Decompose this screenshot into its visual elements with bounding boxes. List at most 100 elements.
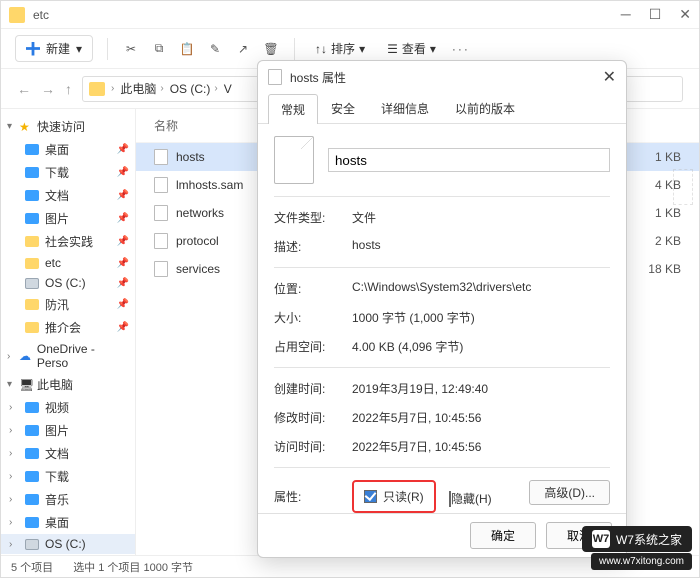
desc-value: hosts: [352, 238, 610, 255]
file-icon: [154, 233, 168, 249]
sidebar-item[interactable]: ›桌面: [1, 511, 135, 534]
separator: [107, 38, 108, 60]
pin-icon: 📌: [117, 213, 129, 224]
paste-icon[interactable]: 📋: [178, 40, 196, 58]
ok-button[interactable]: 确定: [470, 522, 536, 549]
share-icon[interactable]: ↗: [234, 40, 252, 58]
folder-icon: [25, 144, 39, 155]
view-button[interactable]: ☰ 查看 ▾: [381, 40, 442, 57]
sidebar-item[interactable]: ›视频: [1, 396, 135, 419]
sidebar-label: OS (C:): [45, 537, 86, 551]
hidden-checkbox[interactable]: [449, 491, 451, 507]
breadcrumb-seg[interactable]: OS (C:): [170, 82, 211, 96]
file-icon: [154, 149, 168, 165]
sidebar-label: 下载: [45, 468, 69, 485]
copy-icon[interactable]: ⧉: [150, 40, 168, 58]
folder-icon: [25, 190, 39, 201]
folder-icon: [9, 7, 25, 23]
plus-icon: [26, 42, 40, 56]
folder-icon: [25, 402, 39, 413]
tab-details[interactable]: 详细信息: [368, 93, 442, 123]
sidebar-label: 推介会: [45, 319, 81, 336]
tab-previous[interactable]: 以前的版本: [442, 93, 528, 123]
new-button[interactable]: 新建 ▾: [15, 35, 93, 62]
more-button[interactable]: ···: [452, 40, 470, 58]
accessed-value: 2022年5月7日, 10:45:56: [352, 438, 610, 455]
sidebar-item[interactable]: ›文档: [1, 442, 135, 465]
window-title: etc: [33, 8, 621, 22]
minimize-button[interactable]: ─: [621, 6, 631, 23]
breadcrumb-seg[interactable]: V: [224, 82, 232, 96]
cloud-icon: ☁: [19, 349, 33, 363]
chevron-right-icon: ›: [214, 83, 217, 94]
caret-right-icon: ›: [9, 425, 17, 436]
quick-access-header[interactable]: ▾ ★ 快速访问: [1, 115, 135, 138]
cut-icon[interactable]: ✂: [122, 40, 140, 58]
item-count: 5 个项目: [11, 559, 53, 575]
rename-icon[interactable]: ✎: [206, 40, 224, 58]
modified-label: 修改时间:: [274, 409, 352, 426]
close-button[interactable]: ✕: [679, 6, 691, 23]
quick-access-label: 快速访问: [37, 118, 85, 135]
onedrive-label: OneDrive - Perso: [37, 342, 129, 370]
sidebar-item[interactable]: ›OS (C:): [1, 534, 135, 554]
caret-right-icon: ›: [9, 448, 17, 459]
folder-icon: [25, 494, 39, 505]
dialog-titlebar: hosts 属性 ✕: [258, 61, 626, 93]
sidebar-item[interactable]: 图片📌: [1, 207, 135, 230]
folder-icon: [89, 82, 105, 96]
sidebar-item[interactable]: ›音乐: [1, 488, 135, 511]
sort-button[interactable]: ↑↓ 排序 ▾: [309, 40, 371, 57]
dialog-buttons: 确定 取消: [258, 513, 626, 557]
created-label: 创建时间:: [274, 380, 352, 397]
disk-value: 4.00 KB (4,096 字节): [352, 338, 610, 355]
dialog-close-button[interactable]: ✕: [603, 67, 616, 87]
back-button[interactable]: ←: [17, 81, 31, 97]
sidebar-item[interactable]: ›下载: [1, 465, 135, 488]
sidebar-item[interactable]: OS (C:)📌: [1, 273, 135, 293]
delete-icon[interactable]: 🗑: [262, 40, 280, 58]
file-size: 1 KB: [655, 150, 681, 164]
readonly-checkbox[interactable]: [364, 490, 377, 503]
sidebar-item[interactable]: 社会实践📌: [1, 230, 135, 253]
file-name: lmhosts.sam: [176, 178, 243, 192]
file-size: 2 KB: [655, 234, 681, 248]
breadcrumb-seg[interactable]: 此电脑: [120, 80, 156, 97]
file-icon: [268, 69, 282, 85]
onedrive-header[interactable]: › ☁ OneDrive - Perso: [1, 339, 135, 373]
caret-right-icon: ›: [9, 402, 17, 413]
folder-icon: [25, 517, 39, 528]
created-value: 2019年3月19日, 12:49:40: [352, 380, 610, 397]
sidebar-item[interactable]: ›新加卷 (D:): [1, 554, 135, 555]
sidebar-item[interactable]: 下载📌: [1, 161, 135, 184]
maximize-button[interactable]: ☐: [649, 6, 662, 23]
sidebar-item[interactable]: ›图片: [1, 419, 135, 442]
readonly-label: 只读(R): [383, 488, 424, 505]
sidebar: ▾ ★ 快速访问 桌面📌下载📌文档📌图片📌社会实践📌etc📌OS (C:)📌防汛…: [1, 109, 136, 555]
properties-dialog: hosts 属性 ✕ 常规 安全 详细信息 以前的版本 文件类型:文件 描述:h…: [257, 60, 627, 558]
pin-icon: 📌: [117, 278, 129, 289]
forward-button[interactable]: →: [41, 81, 55, 97]
new-label: 新建: [46, 40, 70, 57]
modified-value: 2022年5月7日, 10:45:56: [352, 409, 610, 426]
sidebar-item[interactable]: 防汛📌: [1, 293, 135, 316]
titlebar: etc ─ ☐ ✕: [1, 1, 699, 29]
attributes-label: 属性:: [274, 488, 352, 505]
file-size: 18 KB: [648, 262, 681, 276]
this-pc-header[interactable]: ▾ 🖥 此电脑: [1, 373, 135, 396]
filename-input[interactable]: [328, 148, 610, 172]
sidebar-item[interactable]: etc📌: [1, 253, 135, 273]
dialog-tabs: 常规 安全 详细信息 以前的版本: [258, 93, 626, 124]
sidebar-item[interactable]: 文档📌: [1, 184, 135, 207]
sidebar-item[interactable]: 桌面📌: [1, 138, 135, 161]
tab-general[interactable]: 常规: [268, 94, 318, 124]
up-button[interactable]: ↑: [65, 81, 72, 97]
view-label: 查看: [402, 40, 426, 57]
tab-security[interactable]: 安全: [318, 93, 368, 123]
pin-icon: 📌: [117, 299, 129, 310]
file-icon: [154, 261, 168, 277]
sidebar-item[interactable]: 推介会📌: [1, 316, 135, 339]
star-icon: ★: [19, 120, 33, 134]
sidebar-label: 桌面: [45, 141, 69, 158]
advanced-button[interactable]: 高级(D)...: [529, 480, 610, 505]
